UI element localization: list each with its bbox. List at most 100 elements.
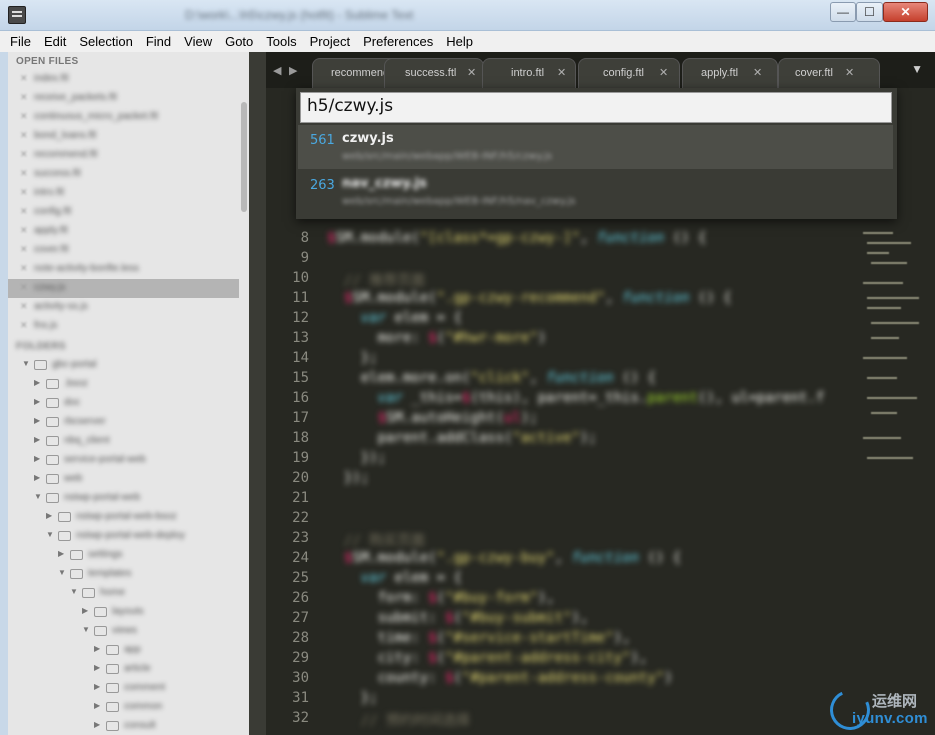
line-number: 8 [300, 230, 309, 246]
tab-config[interactable]: config.ftl ✕ [578, 58, 680, 88]
open-file-item[interactable]: ✕ note-activity-bonfte.less [8, 260, 239, 279]
collapse-arrow-icon[interactable]: ▶ [46, 511, 52, 520]
line-number: 10 [292, 270, 309, 286]
folder-icon [106, 683, 119, 693]
menu-help[interactable]: Help [446, 34, 473, 49]
close-file-icon[interactable]: ✕ [20, 130, 28, 141]
tab-success[interactable]: success.ftl ✕ [384, 58, 484, 88]
collapse-arrow-icon[interactable]: ▶ [34, 378, 40, 387]
tab-close-icon[interactable]: ✕ [753, 66, 762, 79]
editor-left-scrollbar[interactable] [249, 52, 266, 735]
result-score: 561 [310, 133, 335, 148]
tab-cover[interactable]: cover.ftl ✕ [778, 58, 880, 88]
collapse-arrow-icon[interactable]: ▶ [94, 720, 100, 729]
close-file-icon[interactable]: ✕ [20, 168, 28, 179]
menu-goto[interactable]: Goto [225, 34, 253, 49]
open-files-header: OPEN FILES [16, 56, 79, 67]
close-file-icon[interactable]: ✕ [20, 187, 28, 198]
close-file-icon[interactable]: ✕ [20, 244, 28, 255]
tab-close-icon[interactable]: ✕ [557, 66, 566, 79]
menu-selection[interactable]: Selection [79, 34, 132, 49]
open-file-item[interactable]: ✕ bond_loans.ftl [8, 127, 239, 146]
menu-project[interactable]: Project [310, 34, 350, 49]
open-file-item[interactable]: ✕ cover.ftl [8, 241, 239, 260]
tab-close-icon[interactable]: ✕ [659, 66, 668, 79]
expand-arrow-icon[interactable]: ▼ [82, 625, 90, 634]
close-file-icon[interactable]: ✕ [20, 282, 28, 293]
tab-list-dropdown-icon[interactable]: ▼ [911, 62, 923, 76]
open-file-item[interactable]: ✕ continuous_micro_packet.ftl [8, 108, 239, 127]
close-button[interactable]: ✕ [883, 2, 928, 22]
open-file-item[interactable]: ✕ intro.ftl [8, 184, 239, 203]
line-number: 14 [292, 350, 309, 366]
collapse-arrow-icon[interactable]: ▶ [58, 549, 64, 558]
collapse-arrow-icon[interactable]: ▶ [34, 473, 40, 482]
maximize-button[interactable]: ☐ [856, 2, 883, 22]
line-number: 25 [292, 570, 309, 586]
close-file-icon[interactable]: ✕ [20, 263, 28, 274]
tab-next-icon[interactable]: ▶ [289, 64, 297, 77]
tab-intro[interactable]: intro.ftl ✕ [482, 58, 576, 88]
open-file-item[interactable]: ✕ success.ftl [8, 165, 239, 184]
collapse-arrow-icon[interactable]: ▶ [94, 644, 100, 653]
collapse-arrow-icon[interactable]: ▶ [94, 682, 100, 691]
code-line: var _this=$(this), parent=_this.parent()… [327, 390, 825, 406]
menu-preferences[interactable]: Preferences [363, 34, 433, 49]
minimap-line [867, 457, 913, 459]
collapse-arrow-icon[interactable]: ▶ [34, 454, 40, 463]
collapse-arrow-icon[interactable]: ▶ [34, 397, 40, 406]
line-number: 16 [292, 390, 309, 406]
close-file-icon[interactable]: ✕ [20, 225, 28, 236]
collapse-arrow-icon[interactable]: ▶ [82, 606, 88, 615]
collapse-arrow-icon[interactable]: ▶ [94, 663, 100, 672]
open-file-item[interactable]: ✕ activity-ss.js [8, 298, 239, 317]
expand-arrow-icon[interactable]: ▼ [34, 492, 42, 501]
menu-find[interactable]: Find [146, 34, 171, 49]
open-file-item[interactable]: ✕ fns.js [8, 317, 239, 336]
expand-arrow-icon[interactable]: ▼ [70, 587, 78, 596]
code-line: $SM.module(".gp-czwy-recommend", functio… [343, 290, 732, 306]
line-number: 17 [292, 410, 309, 426]
open-file-item[interactable]: ✕ apply.ftl [8, 222, 239, 241]
minimize-button[interactable]: — [830, 2, 856, 22]
tab-apply[interactable]: apply.ftl ✕ [682, 58, 778, 88]
open-file-item[interactable]: ✕ index.ftl [8, 70, 239, 89]
close-file-icon[interactable]: ✕ [20, 111, 28, 122]
close-file-icon[interactable]: ✕ [20, 149, 28, 160]
open-file-item[interactable]: ✕ recommend.ftl [8, 146, 239, 165]
sidebar-scroll-thumb[interactable] [241, 102, 247, 212]
menu-bar: File Edit Selection Find View Goto Tools… [0, 31, 935, 52]
tab-close-icon[interactable]: ✕ [467, 66, 476, 79]
goto-search-input[interactable]: h5/czwy.js [300, 92, 892, 123]
goto-result-item[interactable]: 263 nav_czwy.js web/src/main/webapp/WEB-… [298, 170, 893, 214]
expand-arrow-icon[interactable]: ▼ [58, 568, 66, 577]
code-line: }); [327, 450, 387, 466]
collapse-arrow-icon[interactable]: ▶ [94, 701, 100, 710]
menu-tools[interactable]: Tools [266, 34, 296, 49]
title-bar: D:\work\...\h5\czwy.js (hotfit) - Sublim… [0, 0, 935, 31]
close-file-icon[interactable]: ✕ [20, 206, 28, 217]
expand-arrow-icon[interactable]: ▼ [46, 530, 54, 539]
collapse-arrow-icon[interactable]: ▶ [34, 416, 40, 425]
collapse-arrow-icon[interactable]: ▶ [34, 435, 40, 444]
sublime-app-icon[interactable] [8, 6, 26, 24]
menu-edit[interactable]: Edit [44, 34, 66, 49]
expand-arrow-icon[interactable]: ▼ [22, 359, 30, 368]
close-file-icon[interactable]: ✕ [20, 301, 28, 312]
close-file-icon[interactable]: ✕ [20, 320, 28, 331]
open-file-item[interactable]: ✕ receive_packets.ftl [8, 89, 239, 108]
tab-prev-icon[interactable]: ◀ [273, 64, 281, 77]
line-number: 27 [292, 610, 309, 626]
code-line: // 推荐页面 [327, 273, 426, 289]
menu-view[interactable]: View [184, 34, 212, 49]
close-file-icon[interactable]: ✕ [20, 92, 28, 103]
sidebar-scrollbar[interactable] [239, 52, 249, 735]
result-score: 263 [310, 178, 335, 193]
open-file-item[interactable]: ✕ config.ftl [8, 203, 239, 222]
close-file-icon[interactable]: ✕ [20, 73, 28, 84]
goto-result-item-selected[interactable]: 561 czwy.js web/src/main/webapp/WEB-INF/… [298, 125, 893, 169]
tab-close-icon[interactable]: ✕ [845, 66, 854, 79]
code-line: $SM.module("[class*=gp-czwy-]", function… [327, 230, 707, 246]
menu-file[interactable]: File [10, 34, 31, 49]
open-file-item-selected[interactable]: ✕ czwy.js [8, 279, 239, 298]
